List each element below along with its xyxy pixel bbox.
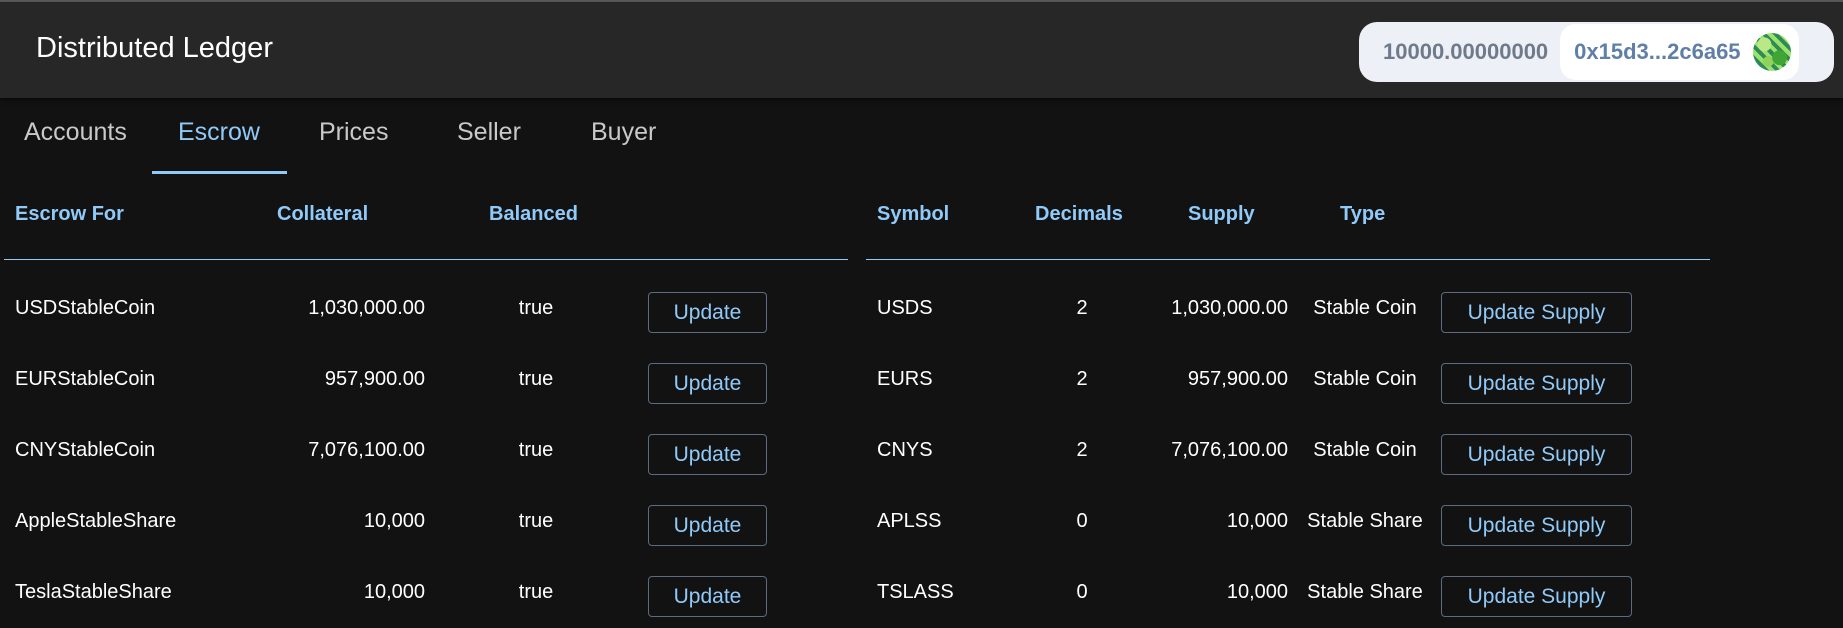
symbol-cell: TSLASS xyxy=(877,581,954,603)
balanced-cell: true xyxy=(518,368,554,390)
balanced-cell: true xyxy=(518,297,554,319)
column-header-type: Type xyxy=(1340,203,1386,225)
column-header-collateral: Collateral xyxy=(277,203,369,225)
tab-escrow[interactable]: Escrow xyxy=(178,118,260,147)
type-cell: Stable Share xyxy=(1307,510,1423,532)
collateral-cell: 10,000 xyxy=(363,581,425,603)
tab-accounts[interactable]: Accounts xyxy=(24,118,127,147)
decimals-cell: 0 xyxy=(1076,581,1088,603)
collateral-cell: 1,030,000.00 xyxy=(308,297,425,319)
update-button[interactable]: Update xyxy=(648,505,767,546)
escrow-for-cell: USDStableCoin xyxy=(15,297,156,319)
column-header-supply: Supply xyxy=(1188,203,1255,225)
token-header-divider xyxy=(866,259,1710,260)
supply-cell: 10,000 xyxy=(1226,510,1288,532)
type-cell: Stable Coin xyxy=(1313,297,1417,319)
update-button[interactable]: Update xyxy=(648,434,767,475)
collateral-cell: 957,900.00 xyxy=(324,368,425,390)
symbol-cell: EURS xyxy=(877,368,933,390)
escrow-for-cell: EURStableCoin xyxy=(15,368,156,390)
decimals-cell: 2 xyxy=(1076,439,1088,461)
balanced-cell: true xyxy=(518,439,554,461)
supply-cell: 1,030,000.00 xyxy=(1171,297,1288,319)
column-header-balanced: Balanced xyxy=(489,203,578,225)
update-button[interactable]: Update xyxy=(648,363,767,404)
active-tab-indicator xyxy=(152,171,287,174)
tab-seller[interactable]: Seller xyxy=(457,118,521,147)
type-cell: Stable Share xyxy=(1307,581,1423,603)
tab-buyer[interactable]: Buyer xyxy=(591,118,656,147)
symbol-cell: APLSS xyxy=(877,510,942,532)
app-bar: Distributed Ledger 10000.00000000 0x15d3… xyxy=(0,2,1843,98)
escrow-header-divider xyxy=(4,259,848,260)
symbol-cell: USDS xyxy=(877,297,933,319)
supply-cell: 957,900.00 xyxy=(1187,368,1288,390)
update-supply-button[interactable]: Update Supply xyxy=(1441,576,1632,617)
wallet-balance: 10000.00000000 xyxy=(1383,39,1549,64)
tab-bar: Accounts Escrow Prices Seller Buyer xyxy=(0,98,1843,174)
update-button[interactable]: Update xyxy=(648,576,767,617)
escrow-for-cell: TeslaStableShare xyxy=(15,581,172,603)
supply-cell: 7,076,100.00 xyxy=(1171,439,1288,461)
update-supply-button[interactable]: Update Supply xyxy=(1441,434,1632,475)
decimals-cell: 2 xyxy=(1076,297,1088,319)
identicon-avatar-icon xyxy=(1752,33,1791,71)
column-header-decimals: Decimals xyxy=(1035,203,1123,225)
balanced-cell: true xyxy=(518,581,554,603)
balanced-cell: true xyxy=(518,510,554,532)
column-header-symbol: Symbol xyxy=(877,203,950,225)
update-button[interactable]: Update xyxy=(648,292,767,333)
supply-cell: 10,000 xyxy=(1226,581,1288,603)
app-title: Distributed Ledger xyxy=(36,32,273,64)
update-supply-button[interactable]: Update Supply xyxy=(1441,363,1632,404)
wallet-address: 0x15d3...2c6a65 xyxy=(1574,39,1741,64)
column-header-escrow-for: Escrow For xyxy=(15,203,124,225)
escrow-for-cell: CNYStableCoin xyxy=(15,439,156,461)
update-supply-button[interactable]: Update Supply xyxy=(1441,292,1632,333)
decimals-cell: 2 xyxy=(1076,368,1088,390)
collateral-cell: 7,076,100.00 xyxy=(308,439,425,461)
collateral-cell: 10,000 xyxy=(363,510,425,532)
tab-prices[interactable]: Prices xyxy=(319,118,388,147)
escrow-for-cell: AppleStableShare xyxy=(15,510,177,532)
type-cell: Stable Coin xyxy=(1313,368,1417,390)
wallet-account-button[interactable]: 0x15d3...2c6a65 xyxy=(1560,24,1799,80)
update-supply-button[interactable]: Update Supply xyxy=(1441,505,1632,546)
wallet-widget: 10000.00000000 0x15d3...2c6a65 xyxy=(1359,22,1834,82)
decimals-cell: 0 xyxy=(1076,510,1088,532)
type-cell: Stable Coin xyxy=(1313,439,1417,461)
symbol-cell: CNYS xyxy=(877,439,933,461)
